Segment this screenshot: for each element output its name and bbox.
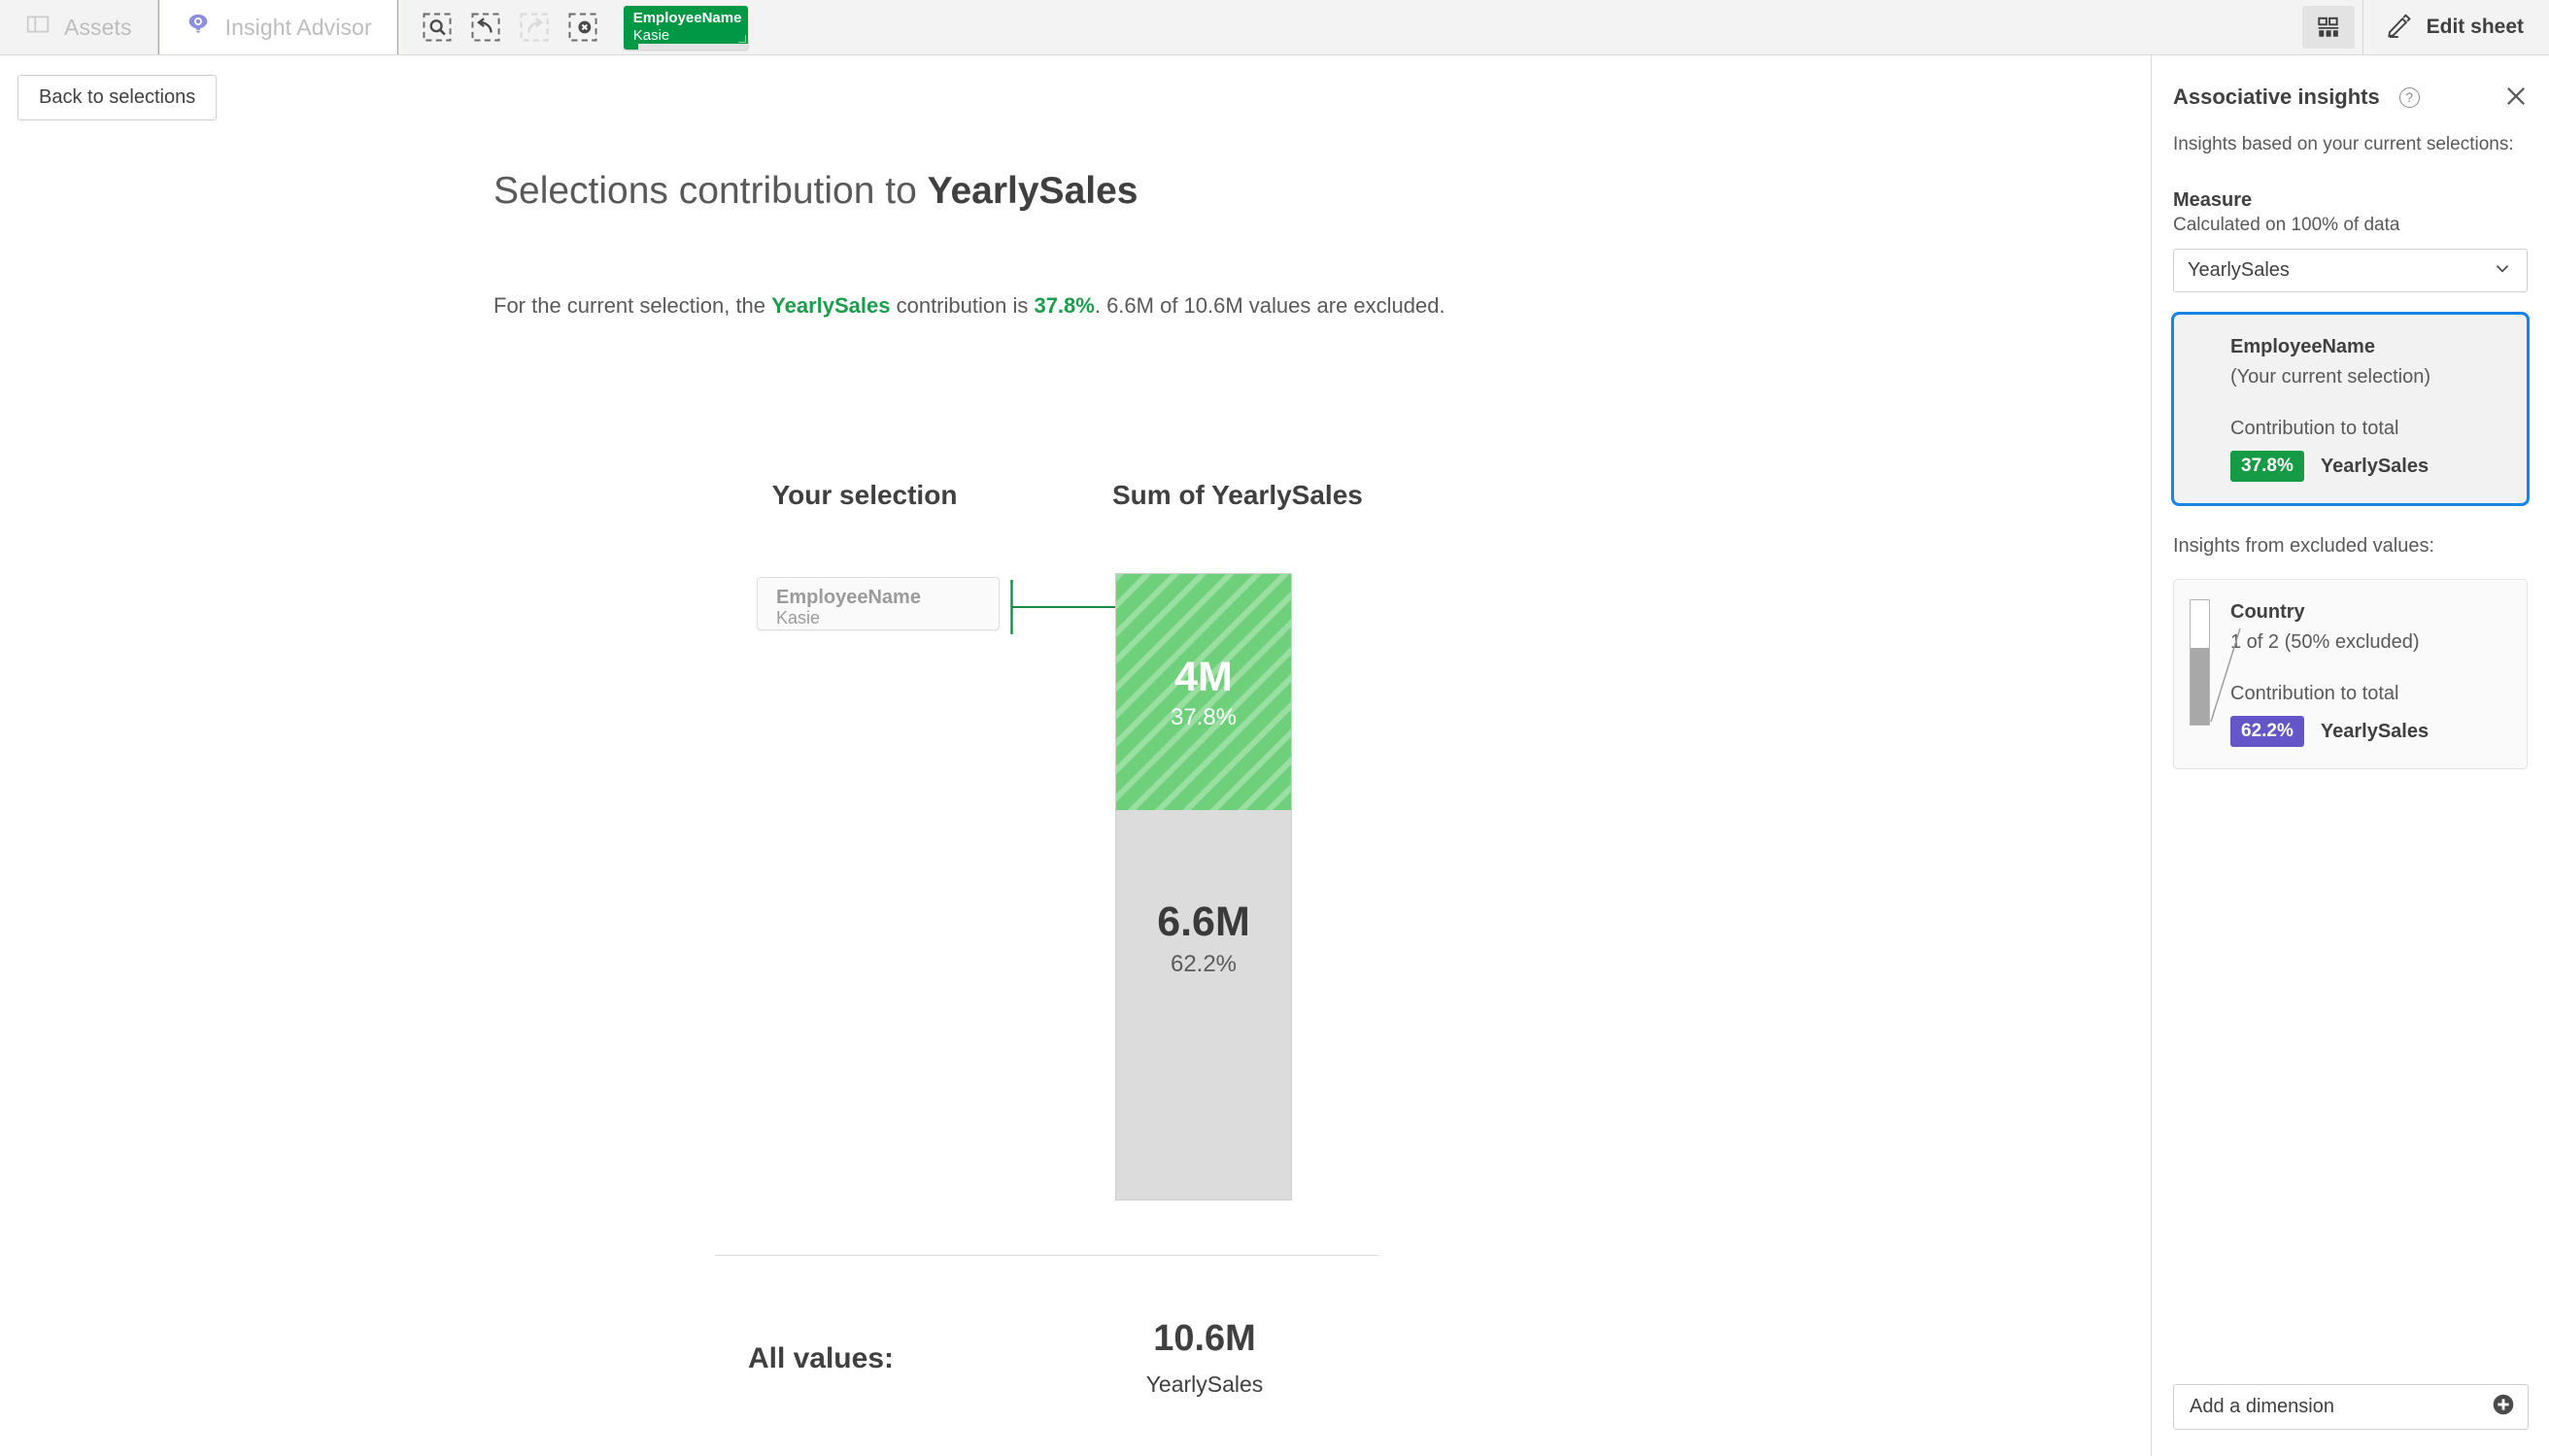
- pencil-icon: [2385, 10, 2414, 45]
- minibar-leader-line: [2210, 627, 2241, 723]
- subtitle-part2: contribution is: [890, 293, 1035, 318]
- tab-insight-advisor[interactable]: Insight Advisor: [157, 0, 398, 54]
- selection-chip-value: Kasie: [632, 26, 670, 44]
- selection-card[interactable]: EmployeeName Kasie: [757, 577, 1000, 630]
- insight-card-contribution-label: Contribution to total: [2230, 683, 2399, 704]
- page-title-measure: YearlySales: [927, 170, 1139, 212]
- panel-icon: [25, 12, 51, 43]
- insight-card-measure: YearlySales: [2320, 720, 2430, 742]
- tab-insight-advisor-label: Insight Advisor: [224, 14, 372, 40]
- qlik-insight-advisor-app: Assets Insight Advisor EmployeeName Kasi…: [0, 0, 2549, 1456]
- question-mark-icon[interactable]: ?: [2398, 86, 2420, 108]
- insight-card-note: (Your current selection): [2230, 366, 2431, 388]
- insight-card-measure: YearlySales: [2320, 455, 2430, 477]
- step-forward-icon: [515, 8, 554, 47]
- selection-chip-employeename[interactable]: EmployeeName Kasie: [623, 5, 748, 50]
- stacked-contribution-bar: 4M 37.8% 6.6M 62.2%: [1115, 573, 1292, 1201]
- bar-segment-excluded[interactable]: 6.6M 62.2%: [1116, 810, 1291, 1200]
- page-title-prefix: Selections contribution to: [493, 170, 928, 212]
- panel-header: Associative insights ?: [2173, 85, 2528, 110]
- subtitle-pct: 37.8%: [1034, 293, 1095, 318]
- measure-select[interactable]: YearlySales: [2173, 249, 2528, 292]
- back-to-selections-button[interactable]: Back to selections: [17, 75, 218, 120]
- selection-card-value: Kasie: [776, 608, 821, 627]
- measure-select-value: YearlySales: [2188, 259, 2290, 281]
- top-toolbar: Assets Insight Advisor EmployeeName Kasi…: [0, 0, 2549, 55]
- associative-insights-panel: Associative insights ? Insights based on…: [2151, 55, 2549, 1456]
- insight-card-dimension: Country: [2230, 601, 2305, 623]
- subtitle-part1: For the current selection, the: [493, 293, 772, 318]
- chevron-down-icon: [2492, 257, 2513, 285]
- excluded-insights-label: Insights from excluded values:: [2173, 535, 2435, 557]
- panel-title: Associative insights: [2173, 85, 2380, 109]
- subtitle-measure: YearlySales: [771, 293, 891, 318]
- add-dimension-button[interactable]: Add a dimension: [2173, 1384, 2529, 1430]
- all-values-label: All values:: [747, 1342, 894, 1374]
- plus-circle-icon: [2491, 1392, 2516, 1423]
- panel-subtitle: Insights based on your current selection…: [2173, 134, 2514, 154]
- step-back-icon[interactable]: [466, 8, 505, 47]
- all-values-total: 10.6M: [1153, 1318, 1256, 1359]
- all-values-divider: [715, 1255, 1378, 1256]
- tab-assets-label: Assets: [64, 14, 132, 40]
- add-dimension-label: Add a dimension: [2190, 1396, 2334, 1417]
- insight-card-pct-row: 62.2% YearlySales: [2230, 716, 2527, 747]
- insight-card-dimension: EmployeeName: [2230, 336, 2375, 357]
- bar-segment-excluded-value: 6.6M: [1157, 898, 1250, 945]
- selection-toolbar: [398, 0, 618, 54]
- edit-sheet-button[interactable]: Edit sheet: [2363, 0, 2549, 54]
- page-subtitle: For the current selection, the YearlySal…: [493, 293, 1445, 319]
- selection-chip-progress: [623, 43, 748, 50]
- close-icon[interactable]: [2502, 83, 2530, 110]
- insight-card-current-selection[interactable]: EmployeeName (Your current selection) Co…: [2171, 312, 2530, 506]
- measure-label: Measure: [2173, 189, 2253, 211]
- subtitle-part3: . 6.6M of 10.6M values are excluded.: [1094, 293, 1445, 318]
- selection-to-bar-connector: [1010, 580, 1117, 634]
- selection-chip-field: EmployeeName: [632, 9, 742, 26]
- clear-all-selections-icon[interactable]: [563, 8, 602, 47]
- page-title: Selections contribution to YearlySales: [493, 170, 1138, 213]
- column-header-your-selection: Your selection: [771, 480, 958, 510]
- insight-card-contribution-label: Contribution to total: [2230, 418, 2399, 439]
- bar-segment-selected-value: 4M: [1174, 653, 1233, 700]
- bar-segment-selected-percent: 37.8%: [1170, 703, 1238, 730]
- bar-segment-selected[interactable]: 4M 37.8%: [1116, 574, 1291, 810]
- all-values-measure-label: YearlySales: [1145, 1371, 1264, 1397]
- selection-card-field: EmployeeName: [776, 587, 921, 608]
- insight-card-pct-row: 37.8% YearlySales: [2230, 451, 2527, 482]
- sheet-grid-icon[interactable]: [2301, 6, 2355, 49]
- selection-search-icon[interactable]: [418, 8, 457, 47]
- measure-note: Calculated on 100% of data: [2173, 215, 2400, 235]
- insight-card-country[interactable]: Country 1 of 2 (50% excluded) Contributi…: [2173, 579, 2528, 769]
- bar-segment-excluded-percent: 62.2%: [1170, 951, 1238, 977]
- tab-assets[interactable]: Assets: [0, 0, 158, 54]
- edit-sheet-label: Edit sheet: [2426, 16, 2524, 38]
- status-badge-contribution: 37.8%: [2230, 451, 2304, 482]
- insight-card-note: 1 of 2 (50% excluded): [2230, 631, 2420, 653]
- toolbar-right-group: Edit sheet: [2301, 0, 2549, 54]
- selection-chip-resize-handle[interactable]: [737, 34, 746, 43]
- column-header-sum-of-measure: Sum of YearlySales: [1112, 480, 1363, 510]
- lightbulb-eye-icon: [185, 11, 212, 44]
- insight-main-content: Back to selections Selections contributi…: [0, 55, 2151, 1456]
